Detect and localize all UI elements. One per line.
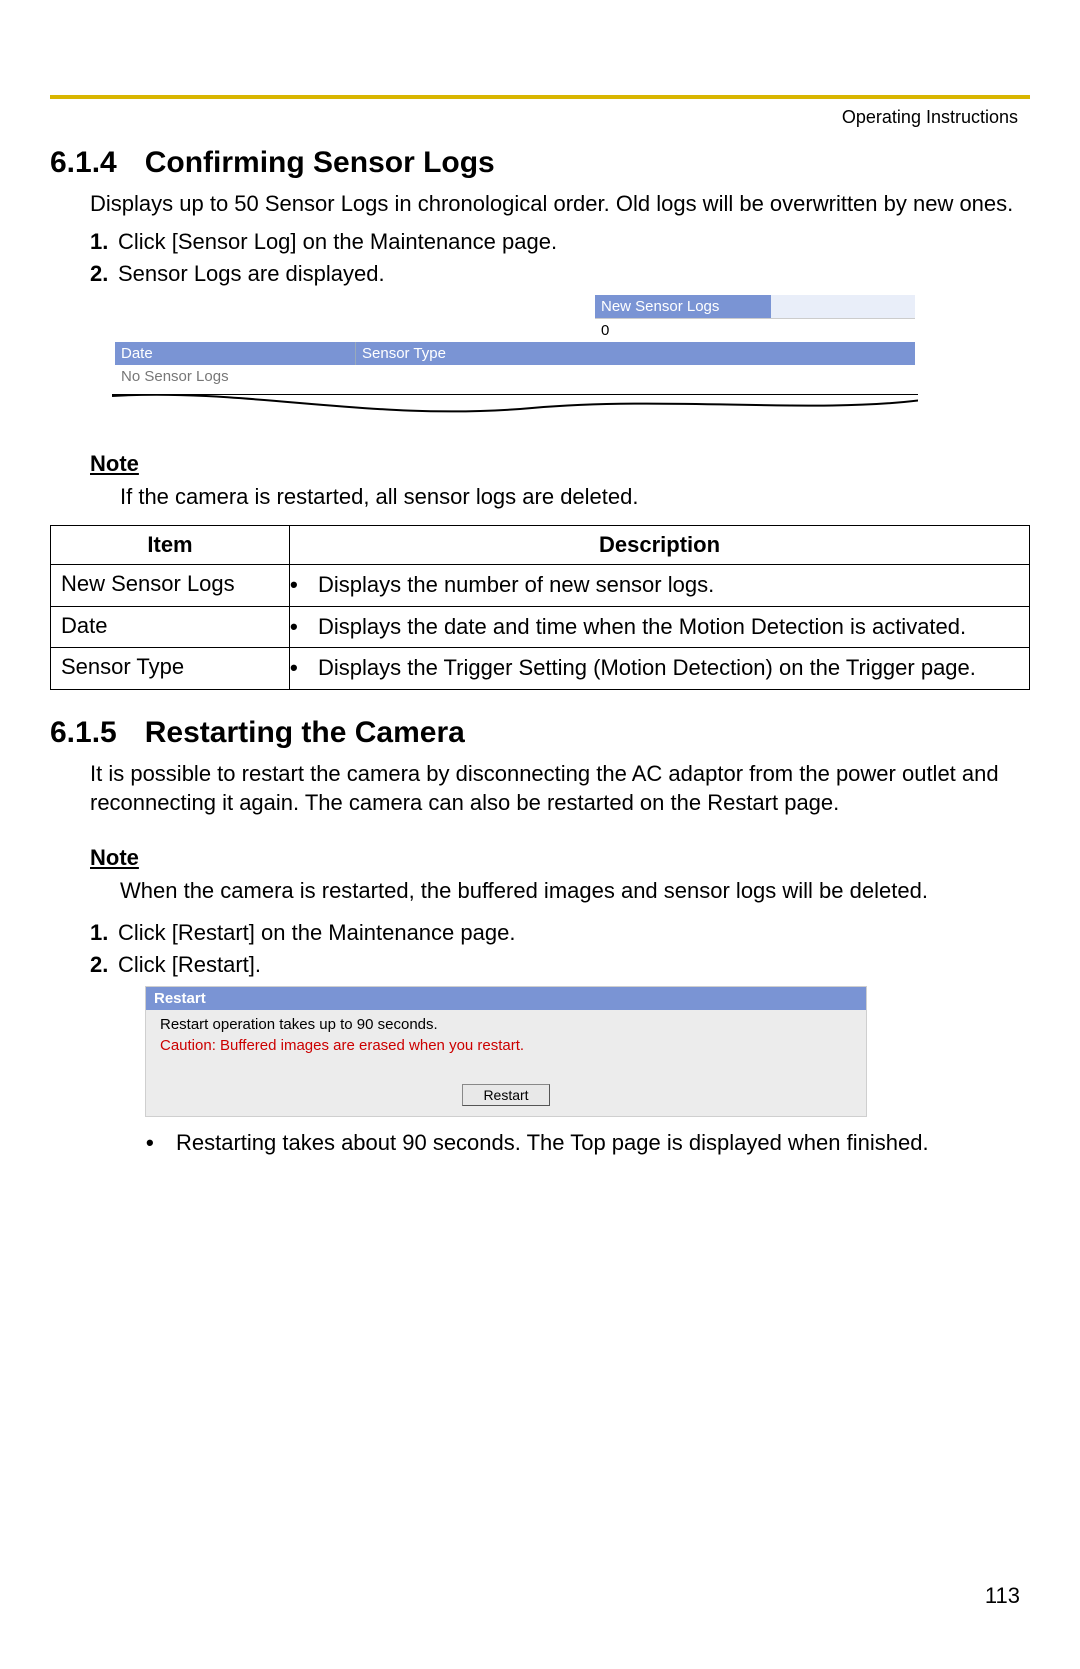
note-body-615: When the camera is restarted, the buffer… bbox=[120, 877, 1030, 906]
item-cell: New Sensor Logs bbox=[51, 565, 290, 607]
section-title: Confirming Sensor Logs bbox=[145, 146, 495, 179]
section-title: Restarting the Camera bbox=[145, 716, 465, 749]
doc-type-label: Operating Instructions bbox=[50, 107, 1030, 128]
header-item: Item bbox=[51, 526, 290, 565]
step-2: 2.Sensor Logs are displayed. bbox=[90, 261, 1030, 287]
col-date-header: Date bbox=[115, 342, 355, 365]
step-text: Sensor Logs are displayed. bbox=[118, 261, 385, 287]
page-number: 113 bbox=[985, 1583, 1020, 1609]
item-cell: Date bbox=[51, 606, 290, 648]
note-heading-614: Note bbox=[90, 451, 1030, 477]
note-body-614: If the camera is restarted, all sensor l… bbox=[120, 483, 1030, 512]
desc-cell: Displays the number of new sensor logs. bbox=[290, 565, 1030, 607]
step-1: 1.Click [Restart] on the Maintenance pag… bbox=[90, 920, 1030, 946]
desc-cell: Displays the Trigger Setting (Motion Det… bbox=[290, 648, 1030, 690]
spacer bbox=[115, 318, 595, 342]
step-1: 1.Click [Sensor Log] on the Maintenance … bbox=[90, 229, 1030, 255]
step-2: 2.Click [Restart]. bbox=[90, 952, 1030, 978]
document-page: Operating Instructions 6.1.4 Confirming S… bbox=[0, 0, 1080, 1669]
section-615-steps: 1.Click [Restart] on the Maintenance pag… bbox=[90, 920, 1030, 978]
new-sensor-logs-label: New Sensor Logs bbox=[595, 295, 771, 318]
header-rule bbox=[50, 95, 1030, 99]
no-logs-message: No Sensor Logs bbox=[115, 365, 915, 388]
item-cell: Sensor Type bbox=[51, 648, 290, 690]
table-row: Sensor Type Displays the Trigger Setting… bbox=[51, 648, 1030, 690]
section-number: 6.1.5 bbox=[50, 716, 117, 750]
note-heading-615: Note bbox=[90, 845, 1030, 871]
desc-text: Displays the Trigger Setting (Motion Det… bbox=[328, 654, 997, 683]
table-header-row: Item Description bbox=[51, 526, 1030, 565]
restart-button-row: Restart bbox=[146, 1078, 866, 1116]
restart-warning: Caution: Buffered images are erased when… bbox=[146, 1035, 866, 1078]
header-description: Description bbox=[290, 526, 1030, 565]
step-number: 1. bbox=[90, 920, 118, 946]
table-row: Date Displays the date and time when the… bbox=[51, 606, 1030, 648]
section-615-intro: It is possible to restart the camera by … bbox=[90, 760, 1030, 817]
table-row: New Sensor Logs Displays the number of n… bbox=[51, 565, 1030, 607]
step-text: Click [Restart]. bbox=[118, 952, 261, 978]
step-number: 1. bbox=[90, 229, 118, 255]
desc-cell: Displays the date and time when the Moti… bbox=[290, 606, 1030, 648]
section-614-steps: 1.Click [Sensor Log] on the Maintenance … bbox=[90, 229, 1030, 287]
restart-message: Restart operation takes up to 90 seconds… bbox=[146, 1010, 866, 1035]
step-text: Click [Sensor Log] on the Maintenance pa… bbox=[118, 229, 557, 255]
spacer bbox=[771, 295, 915, 318]
new-sensor-logs-value: 0 bbox=[595, 318, 915, 342]
torn-edge-graphic bbox=[112, 394, 918, 423]
section-614-intro: Displays up to 50 Sensor Logs in chronol… bbox=[90, 190, 1030, 219]
restart-note-bullet: • Restarting takes about 90 seconds. The… bbox=[146, 1129, 1030, 1158]
restart-button[interactable]: Restart bbox=[462, 1084, 549, 1106]
section-heading-615: 6.1.5 Restarting the Camera bbox=[50, 716, 1030, 750]
description-table: Item Description New Sensor Logs Display… bbox=[50, 525, 1030, 690]
desc-text: Displays the number of new sensor logs. bbox=[328, 571, 997, 600]
restart-titlebar: Restart bbox=[146, 987, 866, 1010]
step-number: 2. bbox=[90, 952, 118, 978]
spacer bbox=[115, 295, 595, 318]
bullet-mark: • bbox=[146, 1129, 176, 1158]
section-heading-614: 6.1.4 Confirming Sensor Logs bbox=[50, 146, 1030, 180]
step-number: 2. bbox=[90, 261, 118, 287]
sensor-log-screenshot: New Sensor Logs 0 Date Sensor Type No Se… bbox=[115, 295, 915, 388]
desc-text: Displays the date and time when the Moti… bbox=[328, 613, 997, 642]
col-type-header: Sensor Type bbox=[355, 342, 915, 365]
step-text: Click [Restart] on the Maintenance page. bbox=[118, 920, 515, 946]
restart-screenshot: Restart Restart operation takes up to 90… bbox=[145, 986, 867, 1117]
section-number: 6.1.4 bbox=[50, 146, 117, 180]
bullet-text: Restarting takes about 90 seconds. The T… bbox=[176, 1129, 929, 1158]
